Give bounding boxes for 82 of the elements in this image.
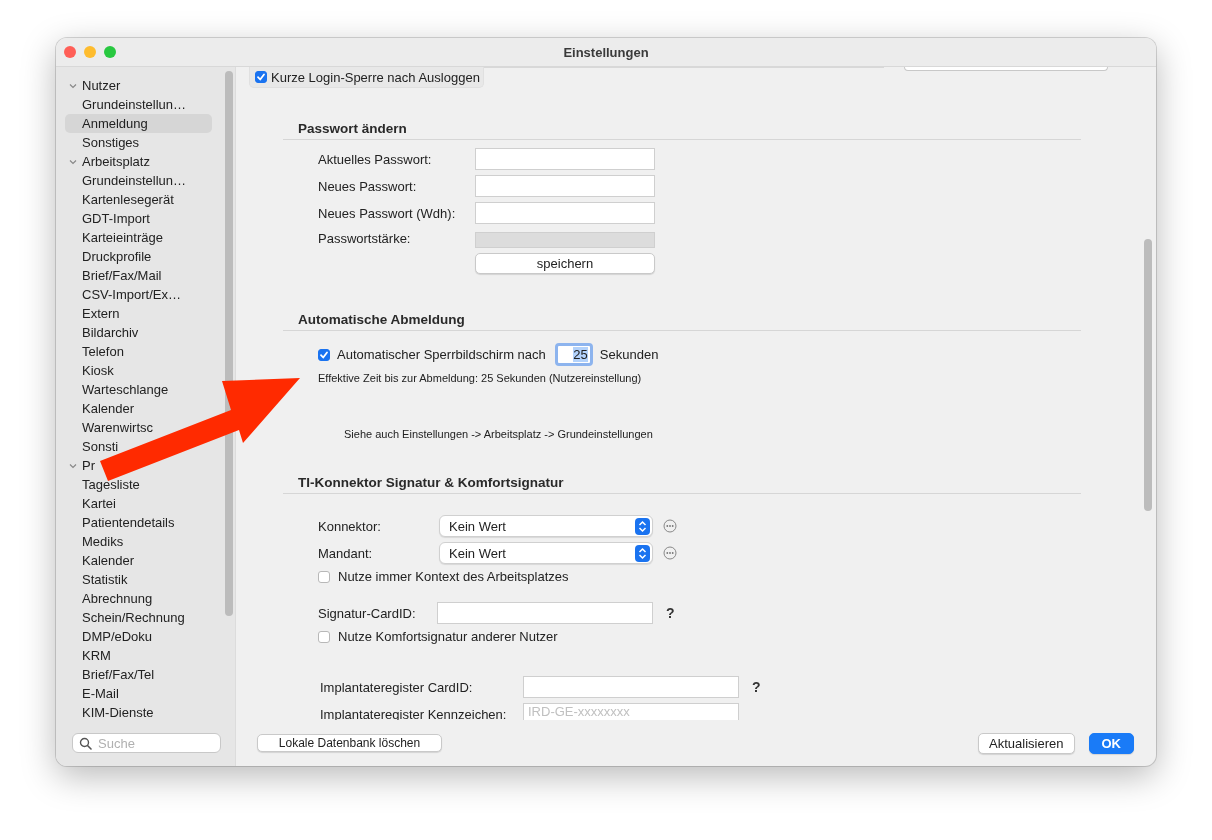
field-label: Neues Passwort (Wdh): [318, 205, 457, 221]
sidebar-item[interactable]: Nutzer [68, 76, 121, 95]
close-button[interactable] [64, 46, 76, 58]
field-label: Implantateregister CardID: [320, 679, 474, 695]
more-icon[interactable] [663, 519, 677, 533]
checkbox[interactable] [318, 348, 330, 361]
sidebar-item[interactable]: Karteieinträge [82, 228, 163, 247]
sidebar-item[interactable]: DMP/eDoku [82, 627, 153, 646]
sidebar-item[interactable]: Kalender [82, 399, 135, 418]
sidebar-item[interactable]: Brief/Fax/Mail [82, 266, 162, 285]
sidebar-item[interactable]: Extern [82, 304, 120, 323]
field-label: Signatur-CardID: [318, 605, 417, 621]
zoom-button[interactable] [104, 46, 116, 58]
sidebar-item[interactable]: Abrechnung [82, 589, 153, 608]
info-text: Siehe auch Einstellungen -> Arbeitsplatz -> Grundeinstellungen [343, 427, 654, 440]
section-heading: Automatische Abmeldung [283, 311, 1081, 331]
sidebar-item[interactable]: Patientendetails [82, 513, 175, 532]
scrollbar[interactable] [225, 71, 233, 616]
section-heading: Passwort ändern [283, 120, 1081, 140]
sidebar-item[interactable]: Warteschlange [82, 380, 169, 399]
minimize-button[interactable] [84, 46, 96, 58]
sidebar-item[interactable]: Brief/Fax/Tel [82, 665, 155, 684]
checkbox-label: Nutze immer Kontext des Arbeitsplatzes [338, 569, 569, 584]
sidebar-item[interactable]: GDT-Import [82, 209, 150, 228]
search-field[interactable]: Suche [72, 733, 221, 753]
password-field[interactable] [475, 148, 655, 170]
checkbox-label: Kurze Login-Sperre nach Ausloggen [271, 69, 480, 85]
sidebar-item[interactable]: KRM [82, 646, 111, 665]
sidebar-item[interactable]: Mediks [82, 532, 124, 551]
checkbox[interactable] [255, 71, 267, 83]
sidebar-item[interactable]: Druckprofile [82, 247, 152, 266]
dropdown[interactable]: Kein Wert [439, 542, 653, 564]
refresh-button[interactable]: Aktualisieren [978, 732, 1075, 754]
checkbox[interactable] [318, 570, 330, 583]
stepper-icon [638, 546, 647, 560]
window-title: Einstellungen [563, 44, 649, 60]
sidebar-item[interactable]: Warenwirtsc [82, 418, 154, 437]
sidebar-item[interactable]: Grundeinstellun… [82, 95, 187, 114]
input-field[interactable] [523, 676, 739, 698]
more-icon[interactable] [663, 546, 677, 560]
input-field[interactable] [437, 602, 653, 624]
password-field[interactable] [475, 202, 655, 224]
sidebar-item[interactable]: Schein/Rechnung [82, 608, 185, 627]
sidebar-item[interactable]: Grundeinstellun… [82, 171, 187, 190]
sidebar-item[interactable]: Kartenlesegerät [82, 190, 174, 209]
field-label: Konnektor: [318, 518, 382, 534]
sidebar-item[interactable]: Kalender [82, 551, 135, 570]
help-mark[interactable]: ? [666, 605, 1081, 621]
password-field[interactable] [475, 175, 655, 197]
sidebar-item[interactable]: Tagesliste [82, 475, 140, 494]
save-button[interactable]: speichern [475, 253, 655, 274]
cut-off-button[interactable] [903, 67, 1108, 71]
dropdown[interactable]: Kein Wert [439, 515, 653, 537]
sidebar-item[interactable]: Sonstiges [82, 133, 140, 152]
field-label: Mandant: [318, 545, 374, 561]
field-label: Neues Passwort: [318, 178, 418, 194]
sidebar-item[interactable]: KIM-Dienste [82, 703, 154, 720]
seconds-field[interactable]: 25 [554, 343, 593, 366]
sidebar-item[interactable]: Kiosk [82, 361, 114, 380]
sidebar-item[interactable]: Arbeitsplatz [68, 152, 150, 171]
help-mark[interactable]: ? [752, 679, 1081, 695]
section-heading: TI-Konnektor Signatur & Komfortsignatur [283, 474, 1081, 494]
field-label: Passwortstärke: [318, 231, 412, 246]
scrollbar[interactable] [1144, 239, 1152, 511]
sidebar-item[interactable]: Telefon [82, 342, 124, 361]
sidebar-item[interactable]: E-Mail [82, 684, 119, 703]
sidebar-item[interactable]: Kartei [82, 494, 116, 513]
field-label: Aktuelles Passwort: [318, 151, 433, 167]
ok-button[interactable]: OK [1088, 732, 1134, 754]
stepper-icon [638, 519, 647, 533]
checkbox-label: Nutze Komfortsignatur anderer Nutzer [338, 629, 558, 644]
checkbox-label: Automatischer Sperrbildschirm nach [337, 347, 546, 362]
info-text: Effektive Zeit bis zur Abmeldung: 25 Sekunden (Nutzereinstellung) [317, 371, 643, 384]
sidebar-item[interactable]: Anmeldung [65, 114, 212, 133]
unit-label: Sekunden [599, 347, 659, 362]
sidebar-item[interactable]: Bildarchiv [82, 323, 139, 342]
sidebar-item[interactable]: Sonsti [82, 437, 119, 456]
sidebar-item[interactable]: CSV-Import/Ex… [82, 285, 181, 304]
delete-database-button[interactable]: Lokale Datenbank löschen [257, 734, 442, 752]
sidebar-item[interactable]: Statistik [82, 570, 128, 589]
sidebar-item[interactable]: Pr [68, 456, 95, 475]
checkbox[interactable] [318, 630, 330, 643]
